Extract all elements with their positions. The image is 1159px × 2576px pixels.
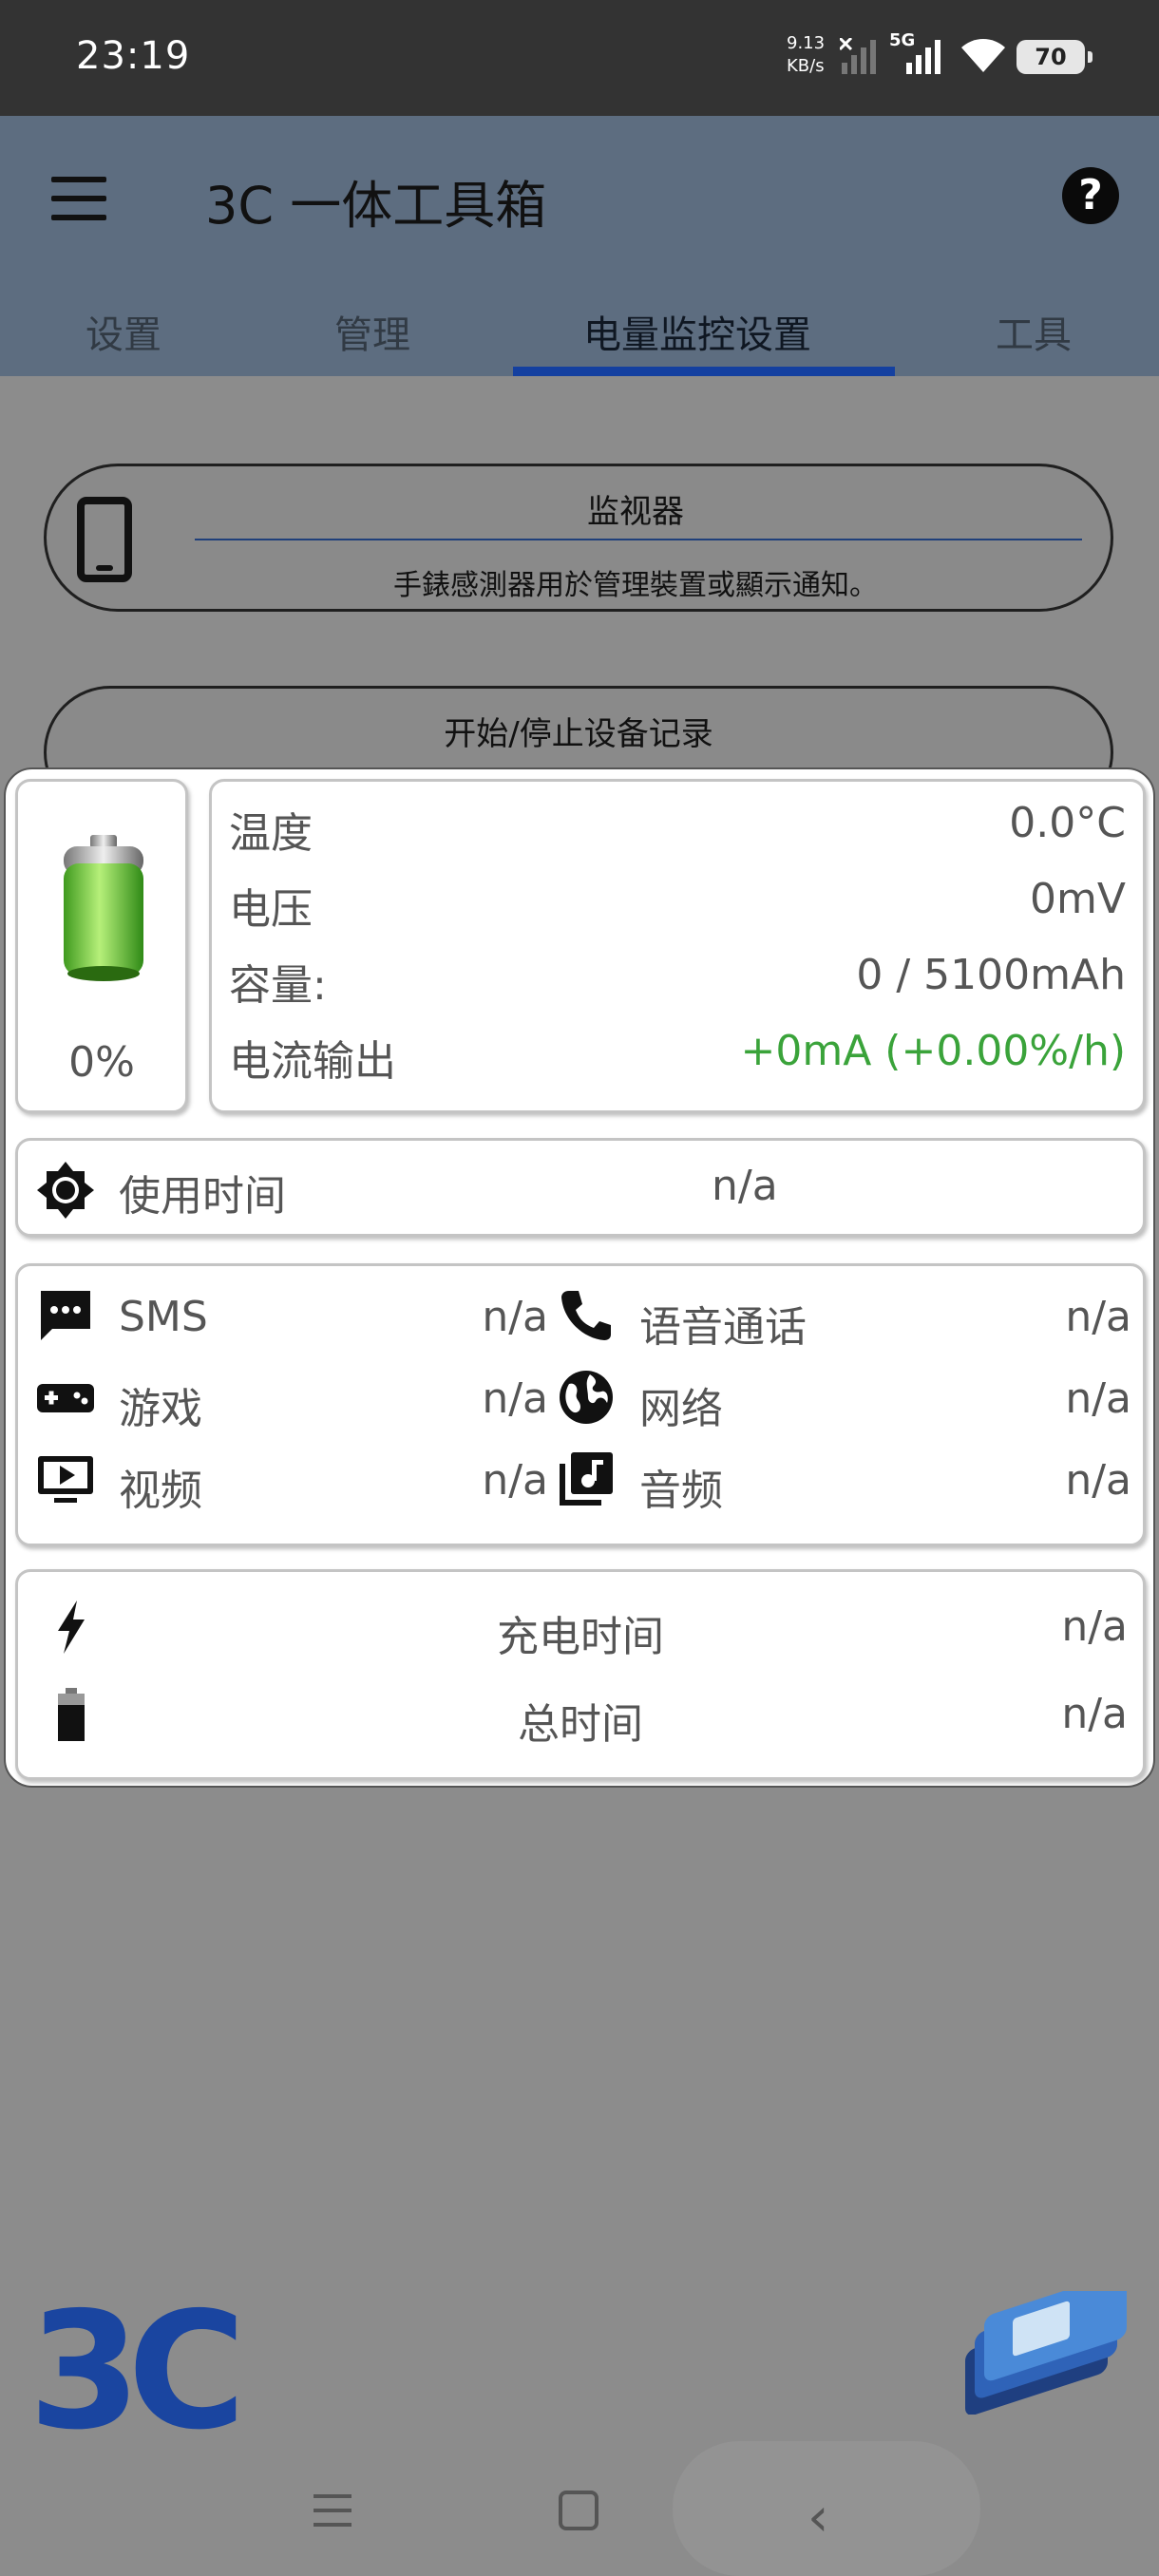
total-time-row: 总时间 n/a [18,1682,1143,1749]
app-logo: 3C [28,2278,246,2466]
voltage-label: 电压 [229,885,313,934]
battery-info-panel: 0% 温度 0.0°C 电压 0mV 容量: 0 / 5100mAh 电流输出 … [4,767,1155,1788]
voltage-value: 0mV [1030,875,1126,923]
tab-battery-monitor-settings[interactable]: 电量监控设置 [583,304,811,359]
gamepad-icon [37,1384,94,1412]
globe-icon [560,1371,613,1424]
battery-percent: 0% [68,1038,135,1087]
temperature-row: 温度 0.0°C [229,799,1126,858]
current-row: 电流输出 +0mA (+0.00%/h) [229,1027,1127,1086]
current-value: +0mA (+0.00%/h) [740,1027,1127,1075]
tab-bar: 设置 管理 电量监控设置 工具 [0,289,1159,376]
monitor-card[interactable]: 监视器 手錶感測器用於管理裝置或顯示通知。 [44,464,1113,612]
games-value: n/a [482,1374,548,1423]
battery-icon [64,835,143,981]
network-label: 网络 [639,1385,723,1433]
brightness-icon [37,1162,94,1219]
total-time-label: 总时间 [518,1700,643,1749]
card-divider [195,539,1082,540]
tab-settings[interactable]: 设置 [86,304,162,359]
devices-illustration [965,2291,1127,2415]
menu-button[interactable] [51,177,108,222]
home-button[interactable] [559,2491,598,2530]
sms-label: SMS [119,1293,208,1341]
charge-time-row: 充电时间 n/a [18,1595,1143,1661]
wifi-icon [961,39,1005,72]
network-speed-unit: KB/s [787,56,825,76]
charge-time-box: 充电时间 n/a 总时间 n/a [15,1569,1146,1780]
monitor-card-title: 监视器 [587,493,684,531]
audio-label: 音频 [639,1467,723,1515]
capacity-label: 容量: [229,961,327,1010]
games-usage-item: 游戏 n/a [35,1367,548,1433]
sms-usage-item: SMS n/a [35,1285,548,1346]
voice-call-label: 语音通话 [639,1303,807,1352]
network-speed-value: 9.13 [787,33,826,53]
usage-time-box: 使用时间 n/a [15,1138,1146,1237]
network-usage-item: 网络 n/a [556,1367,1131,1433]
recent-apps-button[interactable] [314,2494,352,2529]
current-label: 电流输出 [229,1037,396,1086]
video-icon [38,1456,93,1503]
voice-call-usage-item: 语音通话 n/a [556,1285,1131,1352]
network-value: n/a [1065,1374,1131,1423]
video-usage-item: 视频 n/a [35,1449,548,1515]
total-time-value: n/a [1061,1690,1128,1738]
phone-call-icon [561,1291,611,1340]
charge-time-value: n/a [1061,1602,1128,1651]
signal-no-service-icon [840,38,876,74]
battery-level-box: 0% [15,779,188,1113]
monitor-card-subtitle: 手錶感測器用於管理裝置或顯示通知。 [393,569,878,602]
app-usage-box: SMS n/a 语音通话 n/a 游戏 n/a 网络 n/a 视频 n/a 音频… [15,1263,1146,1546]
video-label: 视频 [119,1467,202,1515]
help-icon[interactable]: ? [1062,167,1119,224]
video-value: n/a [482,1456,548,1505]
usage-time-label: 使用时间 [119,1172,286,1221]
charge-time-label: 充电时间 [497,1613,664,1661]
sms-icon [41,1291,90,1340]
capacity-value: 0 / 5100mAh [856,951,1126,999]
back-button[interactable]: ‹ [808,2487,828,2548]
temperature-value: 0.0°C [1009,799,1126,847]
voice-call-value: n/a [1065,1293,1131,1341]
tab-tools[interactable]: 工具 [996,304,1072,359]
music-library-icon [560,1452,613,1506]
sms-value: n/a [482,1293,548,1341]
status-bar: 23:19 9.13 KB/s 5G 70 [0,0,1159,116]
active-tab-indicator [513,367,895,376]
signal-strength-icon [906,40,940,74]
battery-status-icon: 70 [1016,40,1092,74]
audio-value: n/a [1065,1456,1131,1505]
usage-time-value: n/a [712,1162,778,1210]
record-card-title: 开始/停止设备记录 [444,715,713,753]
battery-stats-box: 温度 0.0°C 电压 0mV 容量: 0 / 5100mAh 电流输出 +0m… [209,779,1146,1113]
temperature-label: 温度 [229,809,313,858]
games-label: 游戏 [119,1385,202,1433]
tab-manage[interactable]: 管理 [334,304,410,359]
network-speed: 9.13 KB/s [787,32,825,78]
voltage-row: 电压 0mV [229,875,1126,934]
app-title: 3C 一体工具箱 [205,176,547,236]
capacity-row: 容量: 0 / 5100mAh [229,951,1126,1010]
audio-usage-item: 音频 n/a [556,1449,1131,1515]
status-time: 23:19 [76,34,191,78]
